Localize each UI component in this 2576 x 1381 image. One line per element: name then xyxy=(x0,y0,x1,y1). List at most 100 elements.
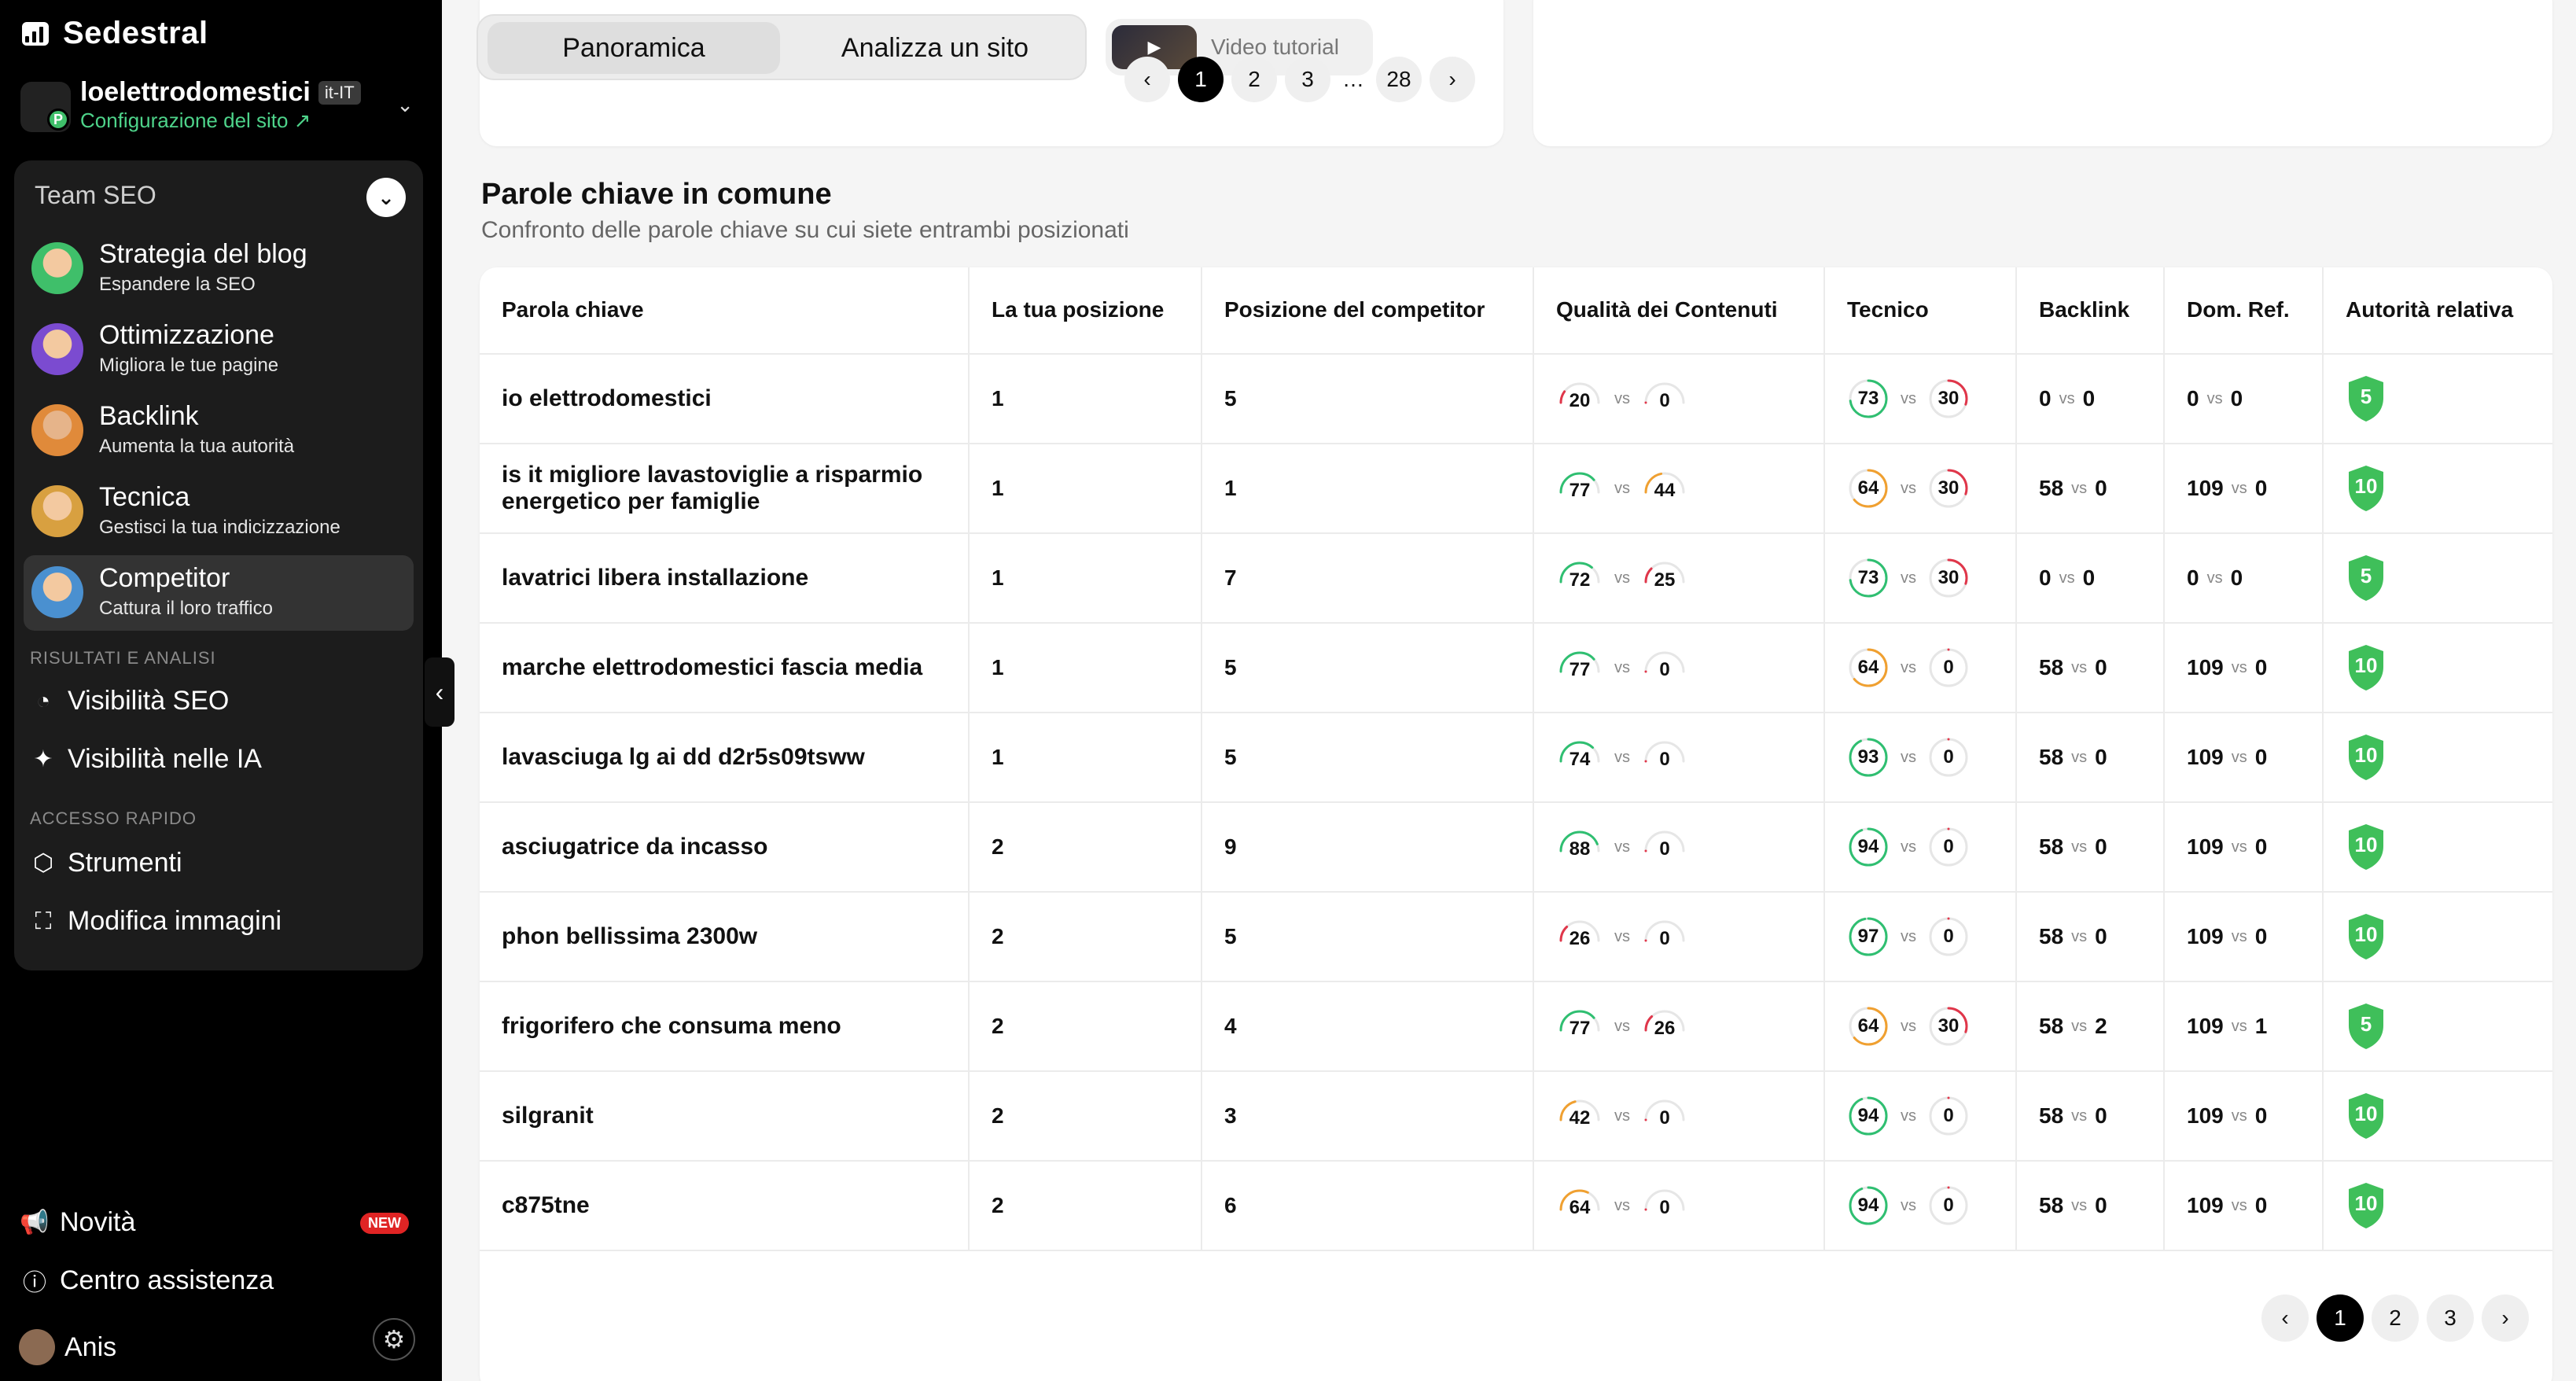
shield-icon: 10 xyxy=(2346,823,2386,871)
col-header-my-position[interactable]: La tua posizione xyxy=(969,267,1202,355)
backlink-me: 58 xyxy=(2039,1192,2064,1217)
gauge-value: 0 xyxy=(1659,659,1670,680)
brand-logo[interactable]: Sedestral xyxy=(22,16,208,51)
col-header-ref-domains[interactable]: Dom. Ref. xyxy=(2164,267,2324,355)
chevron-right-icon[interactable]: › xyxy=(1430,57,1475,102)
table-row[interactable]: is it migliore lavastoviglie a risparmio… xyxy=(480,444,2552,534)
nav-item-backlink[interactable]: Backlink Aumenta la tua autorità xyxy=(24,393,414,469)
table-row[interactable]: lavasciuga lg ai dd d2r5s09tsww 1 5 74 vs 0 93… xyxy=(480,713,2552,803)
technical-score-ring: 64 xyxy=(1847,467,1890,510)
vs-label: vs xyxy=(2071,1107,2088,1125)
tab-analyze-site[interactable]: Analizza un sito xyxy=(786,22,1084,74)
nav-ai-visibility[interactable]: ✦ Visibilità nelle IA xyxy=(30,744,262,775)
technical-value: 64 xyxy=(1857,657,1879,678)
backlink-me: 58 xyxy=(2039,475,2064,500)
gauge-value: 0 xyxy=(1659,749,1670,770)
content-quality-cell: 88 vs 0 xyxy=(1533,802,1825,893)
nav-item-optimization[interactable]: Ottimizzazione Migliora le tue pagine xyxy=(24,312,414,388)
user-name: Anis xyxy=(64,1331,117,1362)
my-position-cell: 2 xyxy=(969,981,1202,1072)
vs-label: vs xyxy=(1614,569,1630,587)
col-header-content-quality[interactable]: Qualità dei Contenuti xyxy=(1533,267,1825,355)
nav-item-technical[interactable]: Tecnica Gestisci la tua indicizzazione xyxy=(24,474,414,550)
table-row[interactable]: lavatrici libera installazione 1 7 72 vs 25 73… xyxy=(480,533,2552,624)
col-header-competitor-position[interactable]: Posizione del competitor xyxy=(1202,267,1534,355)
vs-label: vs xyxy=(2071,927,2088,945)
vs-label: vs xyxy=(1901,658,1916,676)
vs-label: vs xyxy=(1901,1017,1916,1035)
gauge-value: 0 xyxy=(1659,1107,1670,1129)
table-row[interactable]: phon bellissima 2300w 2 5 26 vs 0 97 vs 0 58 vs 0 10… xyxy=(480,892,2552,982)
table-row[interactable]: frigorifero che consuma meno 2 4 77 vs 26 64 vs… xyxy=(480,981,2552,1072)
technical-value: 0 xyxy=(1943,746,1954,768)
table-row[interactable]: marche elettrodomestici fascia media 1 5 77… xyxy=(480,623,2552,713)
nav-news[interactable]: 📢 Novità xyxy=(19,1206,135,1238)
col-header-backlink[interactable]: Backlink xyxy=(2016,267,2165,355)
chevron-down-icon[interactable]: ⌄ xyxy=(396,93,414,117)
backlink-competitor: 0 xyxy=(2095,475,2107,500)
keyword-cell: frigorifero che consuma meno xyxy=(480,981,970,1072)
nav-item-blog-strategy[interactable]: Strategia del blog Espandere la SEO xyxy=(24,231,414,307)
team-toggle-chevron-icon[interactable]: ⌄ xyxy=(366,178,406,217)
nav-help-center[interactable]: ⓘ Centro assistenza xyxy=(19,1265,274,1297)
page-button-2[interactable]: 2 xyxy=(2372,1294,2419,1342)
backlink-cell: 58 vs 0 xyxy=(2016,1071,2165,1162)
technical-value: 97 xyxy=(1857,926,1879,947)
page-button-2[interactable]: 2 xyxy=(1231,57,1277,102)
col-header-keyword[interactable]: Parola chiave xyxy=(480,267,970,355)
technical-score-ring: 73 xyxy=(1847,557,1890,599)
nav-item-competitor[interactable]: Competitor Cattura il loro traffico xyxy=(24,555,414,631)
ref-domains-cell: 109 vs 0 xyxy=(2164,892,2324,982)
vs-label: vs xyxy=(2071,479,2088,497)
user-profile[interactable]: Anis xyxy=(19,1329,116,1365)
nav-edit-images[interactable]: ⛶ Modifica immagini xyxy=(30,906,282,937)
quality-gauge: 72 xyxy=(1556,558,1603,598)
my-position-cell: 1 xyxy=(969,444,1202,534)
site-config-link[interactable]: Configurazione del sito ↗ xyxy=(80,109,311,133)
chevron-right-icon[interactable]: › xyxy=(2482,1294,2529,1342)
table-row[interactable]: silgranit 2 3 42 vs 0 94 vs 0 58 vs 0 109 vs 0 10 xyxy=(480,1071,2552,1162)
vs-label: vs xyxy=(2231,1107,2247,1125)
gear-icon[interactable]: ⚙ xyxy=(373,1318,415,1361)
competitor-position-cell: 5 xyxy=(1202,713,1534,803)
nav-tools[interactable]: ⬡ Strumenti xyxy=(30,848,182,878)
table-row[interactable]: io elettrodomestici 1 5 20 vs 0 73 vs 30 0 vs 0 0 vs 0… xyxy=(480,354,2552,444)
ref-domains-cell: 109 vs 1 xyxy=(2164,981,2324,1072)
vs-label: vs xyxy=(1614,1196,1630,1214)
nav-label: Novità xyxy=(60,1206,136,1237)
gauge-value: 77 xyxy=(1569,1018,1591,1039)
authority-value: 10 xyxy=(2354,743,2378,767)
quality-gauge: 44 xyxy=(1641,469,1688,508)
technical-cell: 73 vs 30 xyxy=(1824,354,2017,444)
page-button-last[interactable]: 28 xyxy=(1376,57,1422,102)
collapse-sidebar-chevron-left-icon[interactable]: ‹ xyxy=(425,657,454,727)
backlink-competitor: 0 xyxy=(2095,923,2107,948)
col-header-technical[interactable]: Tecnico xyxy=(1824,267,2017,355)
table-row[interactable]: c875tne 2 6 64 vs 0 94 vs 0 58 vs 0 109 vs 0 10 xyxy=(480,1161,2552,1251)
table-row[interactable]: asciugatrice da incasso 2 9 88 vs 0 94 vs 0 58 vs 0… xyxy=(480,802,2552,893)
sparkle-icon: ✦ xyxy=(33,746,53,772)
tab-overview[interactable]: Panoramica xyxy=(488,22,780,74)
chevron-left-icon[interactable]: ‹ xyxy=(2261,1294,2309,1342)
page-button-3[interactable]: 3 xyxy=(1285,57,1330,102)
lang-badge: it-IT xyxy=(318,80,361,105)
content-quality-cell: 74 vs 0 xyxy=(1533,713,1825,803)
page-button-1[interactable]: 1 xyxy=(1178,57,1224,102)
backlink-me: 58 xyxy=(2039,1103,2064,1128)
chevron-left-icon[interactable]: ‹ xyxy=(1124,57,1170,102)
nav-seo-visibility[interactable]: ◔ Visibilità SEO xyxy=(30,686,229,716)
keyword-cell: phon bellissima 2300w xyxy=(480,892,970,982)
backlink-cell: 58 vs 0 xyxy=(2016,444,2165,534)
site-switcher[interactable]: P loelettrodomestici it-IT Configurazion… xyxy=(20,77,414,132)
page-button-1[interactable]: 1 xyxy=(2317,1294,2364,1342)
ref-domains-me: 109 xyxy=(2187,834,2224,859)
technical-score-ring: 97 xyxy=(1847,915,1890,958)
col-header-relative-authority[interactable]: Autorità relativa xyxy=(2323,267,2552,355)
technical-value: 30 xyxy=(1938,477,1960,499)
relative-authority-cell: 10 xyxy=(2323,713,2552,803)
page-button-3[interactable]: 3 xyxy=(2427,1294,2474,1342)
shield-icon: 5 xyxy=(2346,554,2386,602)
nav-label: Centro assistenza xyxy=(60,1265,274,1295)
keyword-cell: lavatrici libera installazione xyxy=(480,533,970,624)
technical-score-ring: 93 xyxy=(1847,736,1890,779)
